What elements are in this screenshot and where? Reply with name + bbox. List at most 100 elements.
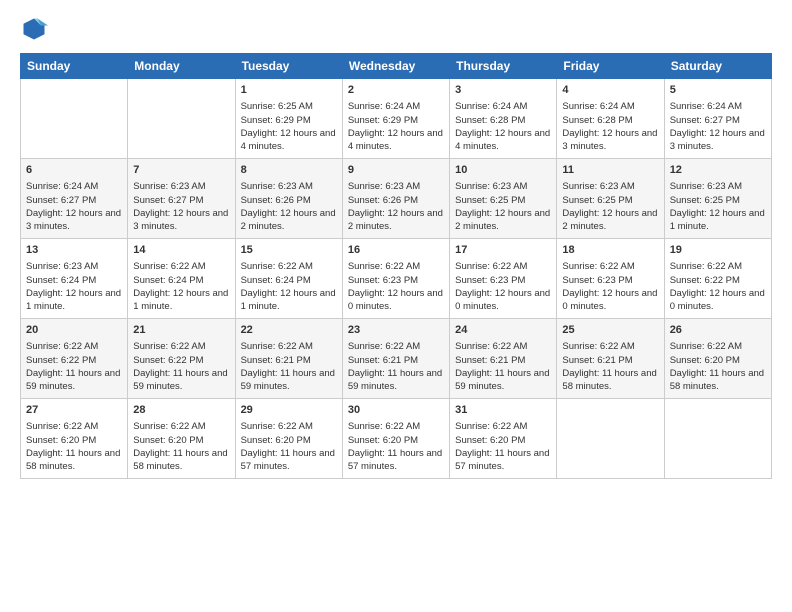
sunset-text: Sunset: 6:29 PM [241,114,337,127]
day-number: 14 [133,243,229,258]
daylight-text: Daylight: 11 hours and 59 minutes. [241,367,337,394]
calendar-cell: 12Sunrise: 6:23 AMSunset: 6:25 PMDayligh… [664,159,771,239]
daylight-text: Daylight: 11 hours and 57 minutes. [455,447,551,474]
daylight-text: Daylight: 12 hours and 4 minutes. [455,127,551,154]
calendar-cell: 16Sunrise: 6:22 AMSunset: 6:23 PMDayligh… [342,239,449,319]
sunrise-text: Sunrise: 6:23 AM [455,180,551,193]
day-number: 9 [348,163,444,178]
daylight-text: Daylight: 11 hours and 58 minutes. [562,367,658,394]
sunrise-text: Sunrise: 6:22 AM [133,340,229,353]
sunrise-text: Sunrise: 6:22 AM [241,260,337,273]
sunrise-text: Sunrise: 6:22 AM [241,420,337,433]
daylight-text: Daylight: 12 hours and 0 minutes. [348,287,444,314]
sunset-text: Sunset: 6:27 PM [133,194,229,207]
calendar-cell: 10Sunrise: 6:23 AMSunset: 6:25 PMDayligh… [450,159,557,239]
day-number: 8 [241,163,337,178]
calendar-cell: 19Sunrise: 6:22 AMSunset: 6:22 PMDayligh… [664,239,771,319]
calendar-cell: 31 Sunrise: 6:22 AMSunset: 6:20 PMDayligh… [450,399,557,479]
day-number: 13 [26,243,122,258]
sunset-text: Sunset: 6:29 PM [348,114,444,127]
daylight-text: Daylight: 12 hours and 2 minutes. [241,207,337,234]
day-number: 6 [26,163,122,178]
day-number: 19 [670,243,766,258]
sunset-text: Sunset: 6:26 PM [241,194,337,207]
sunset-text: Sunset: 6:20 PM [241,434,337,447]
calendar-cell [557,399,664,479]
day-number: 27 [26,403,122,418]
weekday-header: Wednesday [342,54,449,79]
sunset-text: Sunset: 6:20 PM [455,434,551,447]
day-number: 5 [670,83,766,98]
calendar-cell: 17Sunrise: 6:22 AMSunset: 6:23 PMDayligh… [450,239,557,319]
header [20,15,772,43]
sunrise-text: Sunrise: 6:22 AM [562,340,658,353]
day-number: 11 [562,163,658,178]
sunset-text: Sunset: 6:21 PM [241,354,337,367]
calendar-cell: 6Sunrise: 6:24 AMSunset: 6:27 PMDaylight… [21,159,128,239]
sunset-text: Sunset: 6:21 PM [348,354,444,367]
weekday-header: Sunday [21,54,128,79]
weekday-header: Monday [128,54,235,79]
day-number: 31 [455,403,551,418]
day-number: 10 [455,163,551,178]
sunset-text: Sunset: 6:24 PM [241,274,337,287]
day-number: 12 [670,163,766,178]
calendar-cell: 24Sunrise: 6:22 AMSunset: 6:21 PMDayligh… [450,319,557,399]
daylight-text: Daylight: 12 hours and 2 minutes. [455,207,551,234]
day-number: 22 [241,323,337,338]
calendar-cell: 29 Sunrise: 6:22 AMSunset: 6:20 PMDayligh… [235,399,342,479]
day-number: 16 [348,243,444,258]
sunrise-text: Sunrise: 6:23 AM [670,180,766,193]
sunset-text: Sunset: 6:28 PM [455,114,551,127]
sunrise-text: Sunrise: 6:22 AM [26,420,122,433]
sunrise-text: Sunrise: 6:23 AM [562,180,658,193]
calendar-cell: 27 Sunrise: 6:22 AMSunset: 6:20 PMDayligh… [21,399,128,479]
sunset-text: Sunset: 6:22 PM [26,354,122,367]
daylight-text: Daylight: 11 hours and 57 minutes. [241,447,337,474]
sunset-text: Sunset: 6:20 PM [670,354,766,367]
day-number: 21 [133,323,229,338]
day-number: 7 [133,163,229,178]
calendar-week-row: 20 Sunrise: 6:22 AM Sunset: 6:22 PM Dayligh… [21,319,772,399]
daylight-text: Daylight: 12 hours and 3 minutes. [26,207,122,234]
calendar-cell: 14Sunrise: 6:22 AMSunset: 6:24 PMDayligh… [128,239,235,319]
calendar-cell: 15Sunrise: 6:22 AMSunset: 6:24 PMDayligh… [235,239,342,319]
daylight-text: Daylight: 12 hours and 1 minute. [133,287,229,314]
sunset-text: Sunset: 6:20 PM [133,434,229,447]
weekday-header-row: SundayMondayTuesdayWednesdayThursdayFrid… [21,54,772,79]
day-number: 29 [241,403,337,418]
logo [20,15,52,43]
sunrise-text: Sunrise: 6:24 AM [26,180,122,193]
daylight-text: Daylight: 12 hours and 1 minute. [670,207,766,234]
daylight-text: Daylight: 12 hours and 0 minutes. [562,287,658,314]
daylight-text: Daylight: 12 hours and 2 minutes. [562,207,658,234]
sunrise-text: Sunrise: 6:23 AM [241,180,337,193]
sunrise-text: Sunrise: 6:22 AM [455,420,551,433]
calendar-cell [128,79,235,159]
day-number: 4 [562,83,658,98]
calendar-table: SundayMondayTuesdayWednesdayThursdayFrid… [20,53,772,479]
sunset-text: Sunset: 6:20 PM [26,434,122,447]
daylight-text: Daylight: 11 hours and 58 minutes. [26,447,122,474]
day-number: 20 [26,323,122,338]
daylight-text: Daylight: 12 hours and 1 minute. [26,287,122,314]
daylight-text: Daylight: 11 hours and 58 minutes. [670,367,766,394]
daylight-text: Daylight: 11 hours and 59 minutes. [133,367,229,394]
calendar-cell: 25Sunrise: 6:22 AMSunset: 6:21 PMDayligh… [557,319,664,399]
day-number: 1 [241,83,337,98]
day-number: 24 [455,323,551,338]
sunrise-text: Sunrise: 6:22 AM [348,420,444,433]
calendar-cell: 22Sunrise: 6:22 AMSunset: 6:21 PMDayligh… [235,319,342,399]
calendar-cell: 1Sunrise: 6:25 AMSunset: 6:29 PMDaylight… [235,79,342,159]
calendar-cell [664,399,771,479]
sunrise-text: Sunrise: 6:22 AM [348,260,444,273]
sunrise-text: Sunrise: 6:22 AM [670,340,766,353]
daylight-text: Daylight: 12 hours and 2 minutes. [348,207,444,234]
day-number: 26 [670,323,766,338]
calendar-cell: 8 Sunrise: 6:23 AMSunset: 6:26 PMDaylight… [235,159,342,239]
daylight-text: Daylight: 12 hours and 4 minutes. [348,127,444,154]
daylight-text: Daylight: 12 hours and 4 minutes. [241,127,337,154]
daylight-text: Daylight: 11 hours and 58 minutes. [133,447,229,474]
daylight-text: Daylight: 11 hours and 59 minutes. [455,367,551,394]
weekday-header: Tuesday [235,54,342,79]
